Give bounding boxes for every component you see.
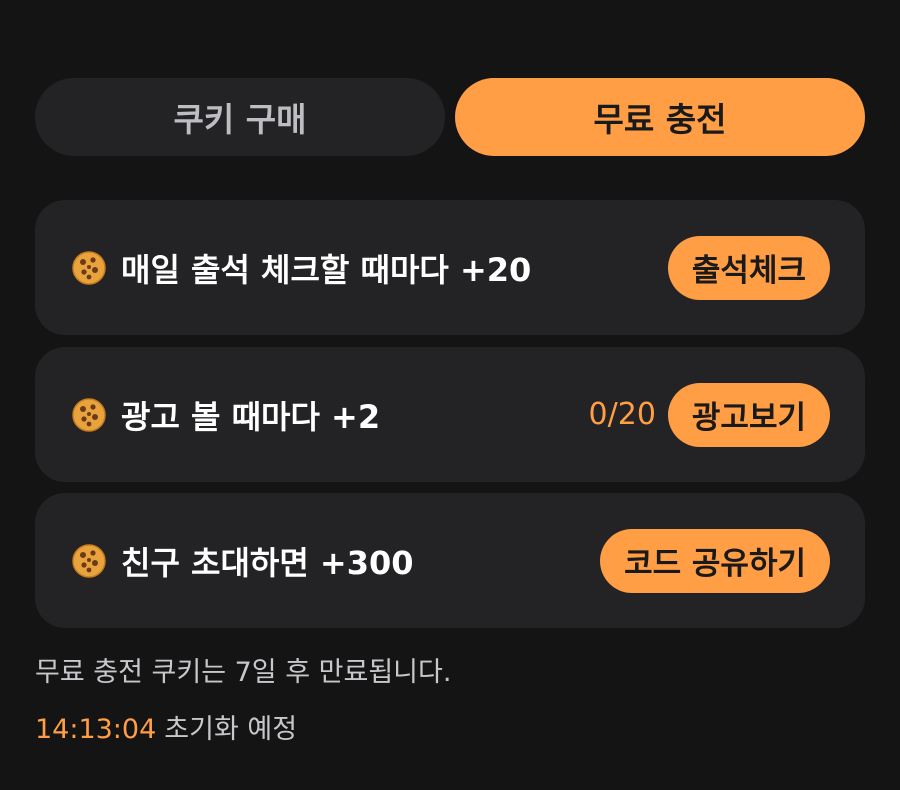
cookie-icon <box>72 397 106 432</box>
invite-reward-text: 친구 초대하면 +300 <box>121 543 414 582</box>
share-code-button[interactable]: 코드 공유하기 <box>600 528 830 593</box>
watch-ad-button[interactable]: 광고보기 <box>667 382 830 447</box>
reset-label: 초기화 예정 <box>164 714 298 745</box>
free-charge-screen: 쿠키 구매 무료 충전 매일 출석 체크할 때마다 +20 출석체크 광고 볼 … <box>0 0 900 790</box>
ad-view-counter: 0/20 <box>588 397 656 432</box>
expiry-note: 무료 충전 쿠키는 7일 후 만료됩니다. <box>35 657 452 688</box>
reset-countdown: 14:13:04 <box>35 714 157 745</box>
attendance-card: 매일 출석 체크할 때마다 +20 출석체크 <box>35 200 865 335</box>
attendance-reward-text: 매일 출석 체크할 때마다 +20 <box>121 250 532 289</box>
tab-free-charge[interactable]: 무료 충전 <box>455 78 865 156</box>
tab-bar: 쿠키 구매 무료 충전 <box>35 78 865 156</box>
attendance-check-button[interactable]: 출석체크 <box>667 235 830 300</box>
ad-reward-text: 광고 볼 때마다 +2 <box>121 397 381 436</box>
tab-buy-cookies[interactable]: 쿠키 구매 <box>35 78 445 156</box>
invite-friend-card: 친구 초대하면 +300 코드 공유하기 <box>35 493 865 628</box>
ad-reward-card: 광고 볼 때마다 +2 0/20 광고보기 <box>35 347 865 482</box>
cookie-icon <box>72 543 106 578</box>
reset-info: 14:13:04 초기화 예정 <box>35 707 297 746</box>
cookie-icon <box>72 250 106 285</box>
